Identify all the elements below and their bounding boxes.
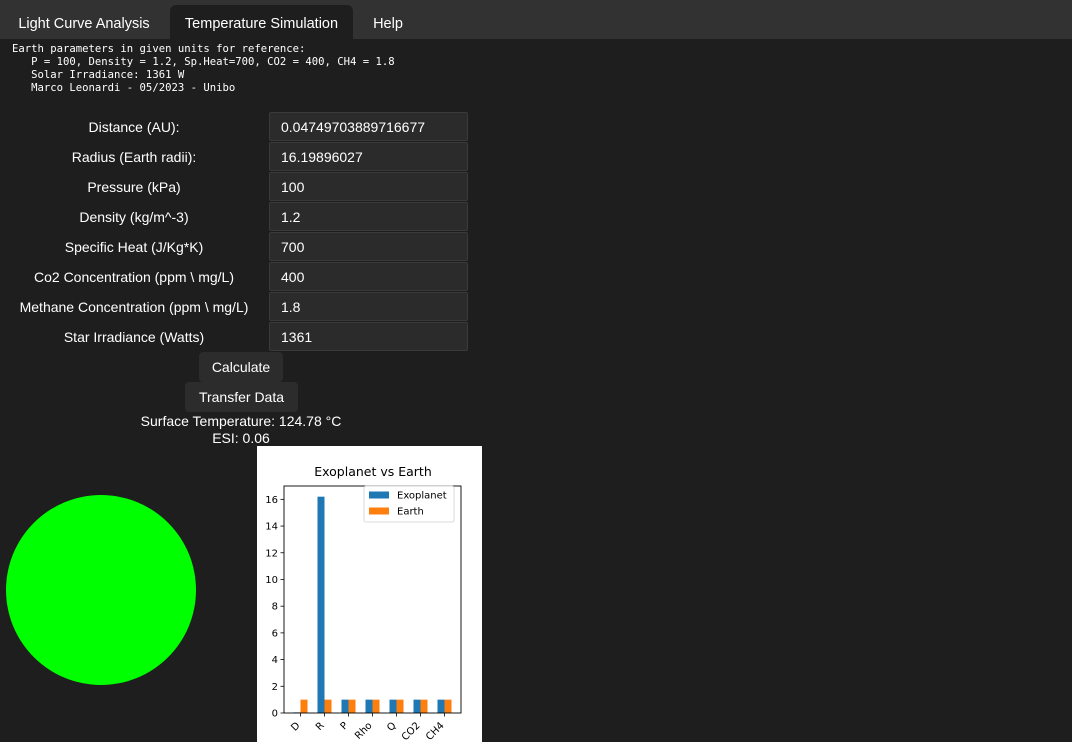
density-input[interactable] xyxy=(269,202,468,231)
density-label: Density (kg/m^-3) xyxy=(79,209,189,225)
y-tick-label: 10 xyxy=(265,575,278,586)
calculate-button[interactable]: Calculate xyxy=(199,352,283,382)
bar-exoplanet-co2 xyxy=(413,699,421,713)
x-tick-label: D xyxy=(289,720,302,733)
tab-light-curve-analysis[interactable]: Light Curve Analysis xyxy=(0,5,168,39)
planet-color-circle xyxy=(6,495,196,685)
x-tick-label: Rho xyxy=(353,720,375,742)
note-line-4: Marco Leonardi - 05/2023 - Unibo xyxy=(12,82,236,94)
bar-exoplanet-rho xyxy=(365,699,373,713)
distance-input[interactable] xyxy=(269,112,468,141)
specific-heat-label: Specific Heat (J/Kg*K) xyxy=(64,239,204,255)
bar-earth-rho xyxy=(372,699,380,713)
y-tick-label: 8 xyxy=(272,602,278,613)
star-irradiance-input[interactable] xyxy=(269,322,468,351)
distance-label: Distance (AU): xyxy=(88,119,180,135)
bar-earth-p xyxy=(348,699,356,713)
y-tick-label: 0 xyxy=(272,709,278,720)
y-tick-label: 6 xyxy=(272,628,278,639)
bar-exoplanet-p xyxy=(341,699,349,713)
bar-exoplanet-r xyxy=(317,496,325,713)
chart-title: Exoplanet vs Earth xyxy=(314,464,432,479)
x-tick-label: CO2 xyxy=(400,720,423,742)
legend-label-exoplanet: Exoplanet xyxy=(397,491,447,502)
x-tick-label: R xyxy=(314,720,327,733)
tab-temperature-simulation[interactable]: Temperature Simulation xyxy=(170,5,353,39)
bar-earth-r xyxy=(324,699,332,713)
x-tick-label: CH4 xyxy=(424,720,447,742)
esi-result: ESI: 0.06 xyxy=(212,430,270,446)
legend-swatch-exoplanet xyxy=(369,491,389,499)
x-tick-label: P xyxy=(339,720,351,732)
co2-concentration-label: Co2 Concentration (ppm \ mg/L) xyxy=(34,269,234,285)
bar-earth-ch4 xyxy=(444,699,452,713)
note-line-1: Earth parameters in given units for refe… xyxy=(12,43,306,55)
surface-temperature-result: Surface Temperature: 124.78 °C xyxy=(140,413,342,429)
comparison-chart-svg: Exoplanet vs Earth 0 2 4 6 8 10 12 14 16 D R P Rho Q… xyxy=(265,464,462,742)
x-tick-label: Q xyxy=(385,720,398,733)
y-tick-label: 2 xyxy=(272,682,278,693)
tab-help[interactable]: Help xyxy=(357,5,419,39)
bar-earth-co2 xyxy=(420,699,428,713)
bar-exoplanet-ch4 xyxy=(437,699,445,713)
note-line-3: Solar Irradiance: 1361 W xyxy=(12,69,185,81)
pressure-input[interactable] xyxy=(269,172,468,201)
earth-reference-note: Earth parameters in given units for refe… xyxy=(12,43,395,95)
radius-input[interactable] xyxy=(269,142,468,171)
bar-earth-d xyxy=(300,699,308,713)
comparison-chart: Exoplanet vs Earth 0 2 4 6 8 10 12 14 16 D R P Rho Q… xyxy=(257,446,482,742)
bar-exoplanet-q xyxy=(389,699,397,713)
y-tick-label: 16 xyxy=(265,495,278,506)
radius-label: Radius (Earth radii): xyxy=(71,149,197,165)
specific-heat-input[interactable] xyxy=(269,232,468,261)
methane-concentration-input[interactable] xyxy=(269,292,468,321)
co2-concentration-input[interactable] xyxy=(269,262,468,291)
legend-swatch-earth xyxy=(369,507,389,515)
methane-concentration-label: Methane Concentration (ppm \ mg/L) xyxy=(19,299,249,315)
transfer-data-button[interactable]: Transfer Data xyxy=(185,382,298,412)
y-tick-label: 12 xyxy=(265,548,278,559)
y-tick-label: 4 xyxy=(272,655,278,666)
note-line-2: P = 100, Density = 1.2, Sp.Heat=700, CO2… xyxy=(12,56,395,68)
star-irradiance-label: Star Irradiance (Watts) xyxy=(63,329,205,345)
tab-bar: Light Curve Analysis Temperature Simulat… xyxy=(0,0,1072,39)
pressure-label: Pressure (kPa) xyxy=(87,179,181,195)
bar-earth-q xyxy=(396,699,404,713)
legend-label-earth: Earth xyxy=(397,507,424,518)
y-tick-label: 14 xyxy=(265,522,278,533)
